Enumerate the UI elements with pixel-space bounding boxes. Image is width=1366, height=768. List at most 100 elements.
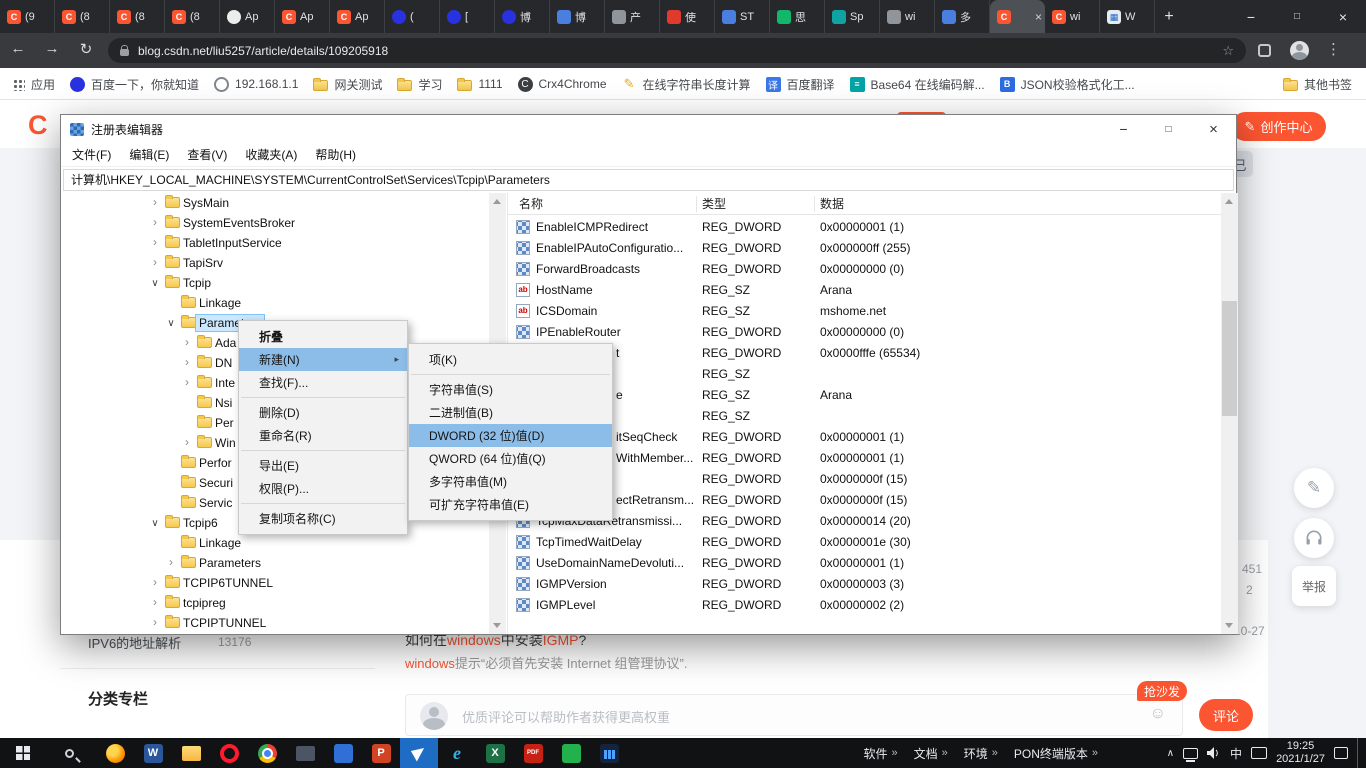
regedit-minimize-button[interactable]: − (1101, 115, 1146, 143)
chevron-collapsed-icon[interactable]: › (181, 433, 193, 453)
regedit-address-bar[interactable]: 计算机\HKEY_LOCAL_MACHINE\SYSTEM\CurrentCon… (63, 169, 1234, 191)
taskbar-toolbar[interactable]: PON终端版本 » (1014, 745, 1098, 762)
regedit-close-button[interactable]: × (1191, 115, 1236, 143)
bookmark-item[interactable]: 1111 (457, 77, 503, 91)
chevron-collapsed-icon[interactable]: › (181, 333, 193, 353)
tree-item[interactable]: › TCPIP6TUNNEL (61, 573, 489, 593)
tree-item[interactable]: › SystemEventsBroker (61, 213, 489, 233)
extensions-icon[interactable] (1258, 44, 1271, 57)
tree-key-label[interactable]: Linkage (196, 535, 244, 551)
tree-key-label[interactable]: Perfor (196, 455, 235, 471)
paper-plane-taskbar-button[interactable] (400, 738, 438, 768)
regedit-menu-item[interactable]: 编辑(E) (120, 146, 178, 163)
forward-button[interactable]: → (38, 40, 66, 57)
menu-item[interactable]: 新建(N) ▸ (239, 348, 407, 371)
tree-key-label[interactable]: tcpipreg (180, 595, 229, 611)
registry-value-row[interactable]: TcpMaxDataRetransmissi... REG_DWORD 0x0000… (508, 511, 1221, 532)
taskbar-clock[interactable]: 19:25 2021/1/27 (1276, 740, 1325, 766)
tree-item[interactable]: › tcpipreg (61, 593, 489, 613)
menu-item[interactable]: 多字符串值(M) (409, 470, 612, 493)
chevron-collapsed-icon[interactable]: › (165, 553, 177, 573)
tree-key-label[interactable]: Servic (196, 495, 235, 511)
chevron-collapsed-icon[interactable]: › (149, 193, 161, 213)
tree-key-label[interactable]: TCPIPTUNNEL (180, 615, 269, 631)
chevron-collapsed-icon[interactable]: › (181, 373, 193, 393)
tree-item[interactable]: ∨ Tcpip (61, 273, 489, 293)
browser-menu-icon[interactable]: ⋮ (1326, 40, 1341, 58)
tree-key-label[interactable]: Tcpip (180, 275, 214, 291)
profile-avatar[interactable] (1290, 41, 1309, 60)
taskbar-toolbar[interactable]: 环境 » (964, 745, 998, 762)
registry-value-row[interactable]: REG_DWORD 0x0000000f (15) (508, 469, 1221, 490)
menu-item[interactable]: 折叠 (239, 325, 407, 348)
chevron-expanded-icon[interactable]: ∨ (149, 273, 161, 293)
customer-service-button[interactable] (1294, 518, 1334, 558)
tree-key-label[interactable]: Ada (212, 335, 239, 351)
creator-center-button[interactable]: ✎ 创作中心 (1231, 112, 1326, 141)
chevron-expand-icon[interactable]: » (891, 747, 897, 759)
reload-button[interactable]: ↻ (72, 40, 100, 58)
back-button[interactable]: ← (4, 40, 32, 57)
menu-item[interactable]: 重命名(R) (239, 424, 407, 447)
ime-keyboard-icon[interactable] (1251, 747, 1268, 759)
registry-value-row[interactable]: IGMPLevel REG_DWORD 0x00000002 (2) (508, 595, 1221, 616)
registry-value-row[interactable]: HostName REG_SZ Arana (508, 280, 1221, 301)
hidden-icons-chevron[interactable]: ∧ (1167, 748, 1174, 759)
menu-item[interactable]: 复制项名称(C) (239, 507, 407, 530)
comment-input-box[interactable]: 优质评论可以帮助作者获得更高权重 ☺ (405, 694, 1183, 736)
tree-item[interactable]: › SysMain (61, 193, 489, 213)
word-taskbar-button[interactable]: W (134, 738, 172, 768)
value-pane-scrollbar[interactable] (1221, 193, 1238, 634)
report-button[interactable]: 举报 (1292, 566, 1336, 606)
browser-tab[interactable]: ST (715, 0, 770, 33)
browser-tab[interactable]: [ (440, 0, 495, 33)
tree-item[interactable]: › Parameters (61, 553, 489, 573)
write-blog-button[interactable]: ✎ (1294, 468, 1334, 508)
regedit-menu-item[interactable]: 收藏夹(A) (236, 146, 306, 163)
tree-key-label[interactable]: Inte (212, 375, 238, 391)
browser-tab[interactable]: 博 (550, 0, 605, 33)
bookmark-item[interactable]: C Crx4Chrome (517, 76, 607, 92)
menu-item[interactable]: 二进制值(B) (409, 401, 612, 424)
address-bar[interactable]: blog.csdn.net/liu5257/article/details/10… (108, 38, 1246, 63)
registry-value-row[interactable]: ectRetransm... REG_DWORD 0x0000000f (15) (508, 490, 1221, 511)
tree-item[interactable]: Linkage (61, 293, 489, 313)
explorer-taskbar-button[interactable] (172, 738, 210, 768)
browser-tab[interactable]: C × (990, 0, 1045, 33)
scroll-up-icon[interactable] (493, 199, 501, 204)
registry-value-row[interactable]: REG_SZ (508, 406, 1221, 427)
chevron-collapsed-icon[interactable]: › (149, 253, 161, 273)
regedit-title-bar[interactable]: 注册表编辑器 (61, 115, 1236, 143)
menu-item[interactable]: 权限(P)... (239, 477, 407, 500)
menu-item[interactable]: QWORD (64 位)值(Q) (409, 447, 612, 470)
bookmark-item[interactable]: 译百度翻译 (765, 76, 835, 93)
tab-close-icon[interactable]: × (1035, 10, 1042, 24)
tree-key-label[interactable]: Per (212, 415, 237, 431)
powerpoint-taskbar-button[interactable]: P (362, 738, 400, 768)
folder-dark-taskbar-button[interactable] (286, 738, 324, 768)
menu-item[interactable]: 项(K) (409, 348, 612, 371)
browser-tab[interactable]: C (8 (55, 0, 110, 33)
other-bookmarks-button[interactable]: 其他书签 (1282, 68, 1352, 100)
action-center-icon[interactable] (1334, 747, 1348, 759)
chevron-collapsed-icon[interactable]: › (149, 613, 161, 633)
tree-item[interactable]: › TCPIPTUNNEL (61, 613, 489, 633)
bookmark-item[interactable]: B JSON校验格式化工... (999, 76, 1135, 93)
tree-item[interactable]: Linkage (61, 533, 489, 553)
menu-item[interactable]: 可扩充字符串值(E) (409, 493, 612, 516)
chevron-collapsed-icon[interactable]: › (149, 573, 161, 593)
registry-value-row[interactable]: UseDomainNameDevoluti... REG_DWORD 0x00000… (508, 553, 1221, 574)
tree-key-label[interactable]: Tcpip6 (180, 515, 221, 531)
browser-tab[interactable]: Sp (825, 0, 880, 33)
chevron-collapsed-icon[interactable]: › (149, 213, 161, 233)
new-tab-button[interactable]: + (1155, 0, 1183, 33)
scroll-up-icon[interactable] (1225, 199, 1233, 204)
browser-tab[interactable]: ▦ W (1100, 0, 1155, 33)
menu-item[interactable]: 删除(D) (239, 401, 407, 424)
chevron-collapsed-icon[interactable]: › (181, 353, 193, 373)
chevron-expand-icon[interactable]: » (942, 747, 948, 759)
bookmark-item[interactable]: 学习 (397, 76, 442, 93)
tree-item[interactable]: › TabletInputService (61, 233, 489, 253)
browser-tab[interactable]: C Ap (330, 0, 385, 33)
registry-value-row[interactable]: EnableICMPRedirect REG_DWORD 0x00000001 (1… (508, 217, 1221, 238)
